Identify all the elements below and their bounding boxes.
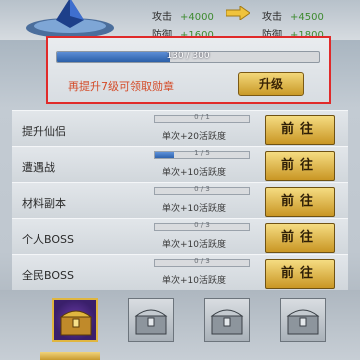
task-row: 全民BOSS 0 / 3 单次+10活跃度 前往 bbox=[12, 254, 348, 294]
task-row: 材料副本 0 / 3 单次+10活跃度 前往 bbox=[12, 182, 348, 222]
chest-icon-silver bbox=[286, 309, 320, 335]
reward-chest-1[interactable] bbox=[52, 298, 98, 342]
task-progress-bar: 0 / 3 bbox=[154, 221, 250, 231]
task-name: 材料副本 bbox=[22, 197, 66, 210]
task-row: 个人BOSS 0 / 3 单次+10活跃度 前往 bbox=[12, 218, 348, 258]
chest-icon-purple bbox=[59, 310, 93, 336]
chest-icon-silver bbox=[134, 309, 168, 335]
upgrade-button[interactable]: 升级 bbox=[238, 72, 304, 96]
next-attack: 攻击 +4500 bbox=[262, 8, 324, 23]
go-button[interactable]: 前往 bbox=[265, 259, 335, 289]
next-attack-label: 攻击 bbox=[262, 12, 282, 23]
task-reward-desc: 单次+20活跃度 bbox=[162, 132, 226, 142]
level-tip: 再提升7级可领取勋章 bbox=[68, 80, 174, 93]
task-progress-bar: 0 / 3 bbox=[154, 185, 250, 195]
current-attack-label: 攻击 bbox=[152, 12, 172, 23]
go-button[interactable]: 前往 bbox=[265, 187, 335, 217]
task-name: 遭遇战 bbox=[22, 161, 55, 174]
task-reward-desc: 单次+10活跃度 bbox=[162, 276, 226, 286]
reward-chest-2[interactable] bbox=[128, 298, 174, 342]
reward-chest-4[interactable] bbox=[280, 298, 326, 342]
task-reward-desc: 单次+10活跃度 bbox=[162, 204, 226, 214]
current-attack-value: +4000 bbox=[180, 12, 214, 23]
task-name: 全民BOSS bbox=[22, 269, 74, 282]
upgrade-arrow-icon bbox=[226, 6, 250, 20]
level-panel: 130 / 300 再提升7级可领取勋章 升级 bbox=[46, 36, 331, 104]
level-progress-bar: 130 / 300 bbox=[56, 51, 320, 63]
go-button[interactable]: 前往 bbox=[265, 223, 335, 253]
task-progress-text: 0 / 3 bbox=[194, 257, 210, 265]
task-progress-bar: 0 / 1 bbox=[154, 113, 250, 123]
header-area: 攻击+4000 防御+1600 攻击+4500 防御+1800 bbox=[0, 0, 360, 41]
chest-icon-silver bbox=[210, 309, 244, 335]
go-button[interactable]: 前往 bbox=[265, 115, 335, 145]
task-progress-bar: 0 / 3 bbox=[154, 257, 250, 267]
bottom-gold-strip bbox=[40, 352, 100, 360]
task-name: 个人BOSS bbox=[22, 233, 74, 246]
next-attack-value: +4500 bbox=[290, 12, 324, 23]
task-row: 遭遇战 1 / 5 单次+10活跃度 前往 bbox=[12, 146, 348, 186]
task-reward-desc: 单次+10活跃度 bbox=[162, 168, 226, 178]
task-name: 提升仙侣 bbox=[22, 125, 66, 138]
crystal-emblem-icon bbox=[26, 0, 114, 38]
task-progress-bar: 1 / 5 bbox=[154, 149, 250, 159]
task-row: 提升仙侣 0 / 1 单次+20活跃度 前往 bbox=[12, 110, 348, 150]
reward-chest-bar bbox=[0, 290, 360, 360]
task-progress-text: 0 / 1 bbox=[194, 113, 210, 121]
level-progress-text: 130 / 300 bbox=[166, 51, 210, 61]
current-attack: 攻击 +4000 bbox=[152, 8, 214, 23]
task-progress-text: 1 / 5 bbox=[194, 149, 210, 157]
task-progress-text: 0 / 3 bbox=[194, 221, 210, 229]
reward-chest-3[interactable] bbox=[204, 298, 250, 342]
go-button[interactable]: 前往 bbox=[265, 151, 335, 181]
task-reward-desc: 单次+10活跃度 bbox=[162, 240, 226, 250]
task-progress-text: 0 / 3 bbox=[194, 185, 210, 193]
